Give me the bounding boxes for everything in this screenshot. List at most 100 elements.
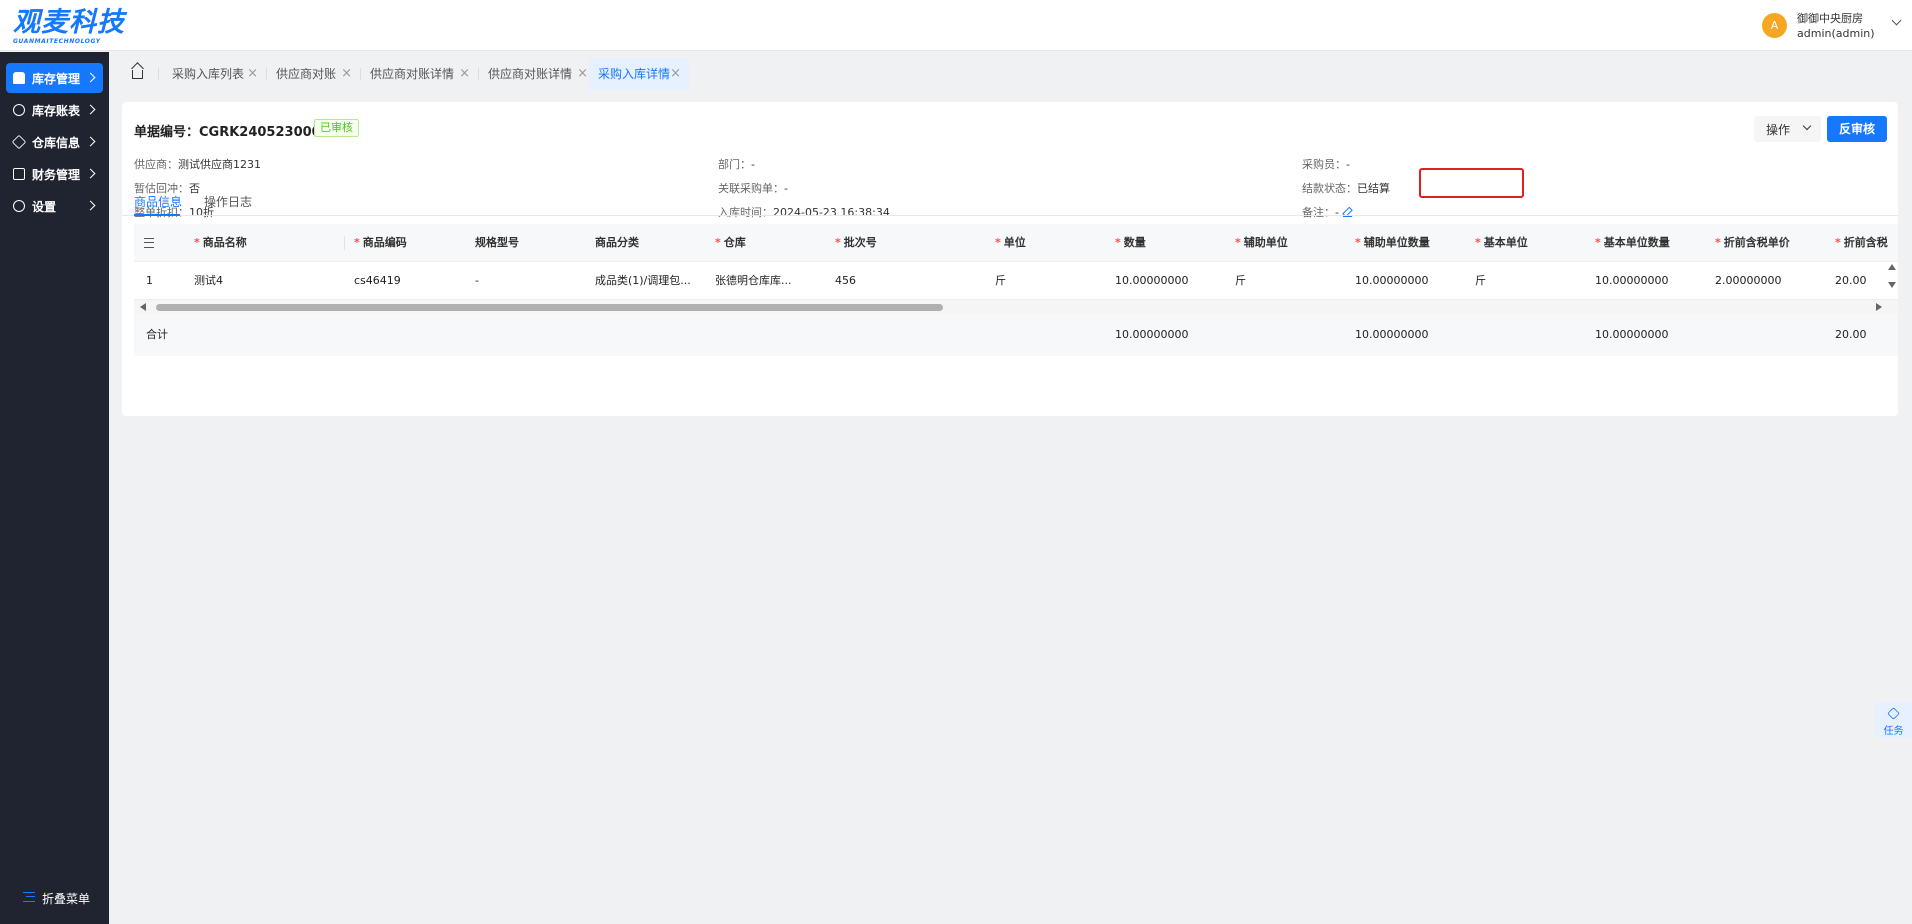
close-icon[interactable]: × [459,58,470,90]
tab-purchase-inbound-detail[interactable]: 采购入库详情 × [588,58,689,90]
tab-label: 供应商对账详情 [370,67,455,81]
summary-amount: 20.00 [1835,328,1867,341]
sidebar-item-warehouse-info[interactable]: 仓库信息 [6,127,103,157]
header-category: 商品分类 [595,236,639,249]
sidebar-item-inventory-management[interactable]: 库存管理 [6,63,103,93]
box-icon [11,134,27,150]
chevron-down-icon[interactable] [1891,15,1902,26]
avatar: A [1762,13,1787,38]
cell-batch: 456 [835,274,856,287]
cell-category: 成品类(1)/调理包... [595,274,691,287]
scrollbar-thumb[interactable] [156,304,943,311]
goods-table: * 商品名称 * 商品编码 规格型号 商品分类 * 仓库 * 批次号 * 单位 * 数量 *… [134,224,1898,407]
operations-label: 操作 [1766,123,1791,137]
chevron-right-icon [85,136,96,147]
tab-supplier-reconciliation[interactable]: 供应商对账 × [266,58,360,90]
field-buyer: 采购员：- [1302,156,1350,172]
tab-purchase-inbound-list[interactable]: 采购入库列表 × [162,58,266,90]
sidebar-item-inventory-ledger[interactable]: 库存账表 [6,95,103,125]
close-icon[interactable]: × [577,58,588,90]
header-price-pre-discount: * 折前含税单价 [1715,236,1790,249]
tab-label: 供应商对账详情 [488,67,573,81]
cell-aux-unit: 斤 [1235,274,1246,287]
close-icon[interactable]: × [670,58,681,90]
scroll-down-icon[interactable] [1888,282,1896,288]
table-summary-row: 合计 10.00000000 10.00000000 10.00000000 2… [134,314,1898,356]
cell-unit: 斤 [995,274,1006,287]
detail-tabs: 商品信息 操作日志 [122,190,1898,216]
tab-label: 采购入库列表 [172,67,245,81]
header-name: * 商品名称 [194,236,247,249]
operations-dropdown-button[interactable]: 操作 [1754,116,1821,142]
cell-index: 1 [146,274,153,287]
summary-aux-qty: 10.00000000 [1355,328,1429,341]
tab-operation-log[interactable]: 操作日志 [204,193,252,210]
cell-price-pre-discount: 2.00000000 [1715,274,1782,287]
scroll-left-icon[interactable] [140,303,146,311]
logo-subtext: GUANMAITECHNOLOGY [13,38,101,45]
chart-icon [13,104,25,116]
cell-aux-qty: 10.00000000 [1355,274,1429,287]
summary-qty: 10.00000000 [1115,328,1189,341]
task-label: 任务 [1883,726,1904,737]
chevron-right-icon [85,200,96,211]
tab-label: 采购入库详情 [598,67,671,81]
sidebar-item-finance[interactable]: 财务管理 [6,159,103,189]
header-qty: * 数量 [1115,236,1146,249]
cell-qty: 10.00000000 [1115,274,1189,287]
field-supplier: 供应商：测试供应商1231 [134,156,261,172]
tab-goods-info[interactable]: 商品信息 [134,193,182,210]
tab-supplier-reconciliation-detail-2[interactable]: 供应商对账详情 × [478,58,596,90]
menu-fold-icon [23,892,35,902]
table-header: * 商品名称 * 商品编码 规格型号 商品分类 * 仓库 * 批次号 * 单位 * 数量 *… [134,224,1898,262]
sidebar-item-label: 库存账表 [32,104,81,118]
scroll-up-icon[interactable] [1888,264,1896,270]
column-settings-icon[interactable] [144,238,154,248]
finance-icon [13,168,25,180]
brand-logo[interactable]: 观麦科技 GUANMAITECHNOLOGY [13,8,125,46]
header-batch: * 批次号 [835,236,877,249]
chevron-right-icon [85,72,96,83]
tab-divider [158,68,159,80]
field-value: 测试供应商1231 [178,158,261,171]
document-number: 单据编号：CGRK24052300002 [134,125,339,140]
header-base-unit: * 基本单位 [1475,236,1528,249]
warehouse-icon [13,72,25,84]
close-icon[interactable]: × [247,58,258,90]
table-row[interactable]: 1 测试4 cs46419 - 成品类(1)/调理包... 张德明仓库库... … [134,262,1898,300]
header-spec: 规格型号 [475,236,519,249]
chevron-right-icon [85,104,96,115]
user-menu[interactable]: A 御御中央厨房 admin(admin) [1762,9,1912,43]
task-float-button[interactable]: 任务 [1875,702,1912,738]
scroll-right-icon[interactable] [1876,303,1882,311]
header-base-qty: * 基本单位数量 [1595,236,1670,249]
status-badge: 已审核 [314,119,359,137]
cell-code: cs46419 [354,274,401,287]
close-icon[interactable]: × [341,58,352,90]
sidebar: 库存管理 库存账表 仓库信息 财务管理 设置 折叠菜单 [0,52,109,924]
header-unit: * 单位 [995,236,1026,249]
header-aux-qty: * 辅助单位数量 [1355,236,1430,249]
field-value: - [1346,158,1350,171]
sidebar-item-label: 仓库信息 [32,136,81,150]
header-amount-pre-discount: * 折前含税 [1835,236,1888,249]
sidebar-item-settings[interactable]: 设置 [6,191,103,221]
cell-warehouse: 张德明仓库库... [715,274,792,287]
summary-base-qty: 10.00000000 [1595,328,1669,341]
tab-supplier-reconciliation-detail[interactable]: 供应商对账详情 × [360,58,478,90]
home-icon [132,70,143,79]
gear-icon [13,200,25,212]
chevron-down-icon [1802,121,1812,131]
cell-base-qty: 10.00000000 [1595,274,1669,287]
cell-base-unit: 斤 [1475,274,1486,287]
layers-icon [1887,707,1900,720]
horizontal-scrollbar[interactable] [134,300,1898,314]
column-divider[interactable] [344,236,345,250]
sidebar-item-label: 库存管理 [32,72,81,86]
reverse-audit-button[interactable]: 反审核 [1827,116,1887,142]
summary-label: 合计 [146,328,168,341]
user-name: 御御中央厨房 [1797,12,1863,25]
header-code: * 商品编码 [354,236,407,249]
tab-home[interactable] [122,58,152,90]
sidebar-item-label: 财务管理 [32,168,81,182]
